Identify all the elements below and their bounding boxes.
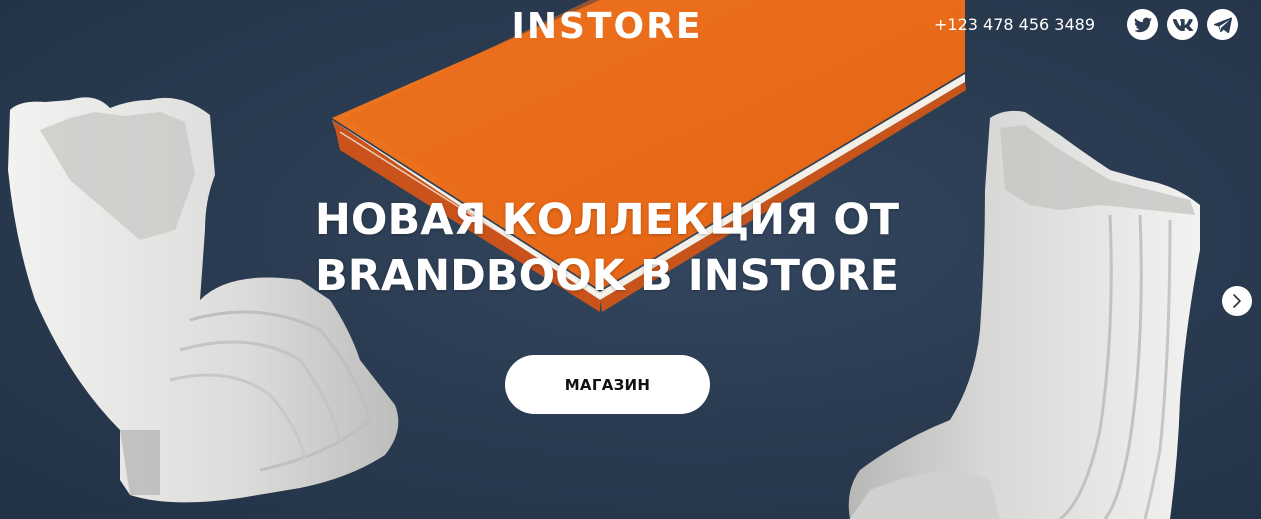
- chevron-right-icon: [1233, 294, 1241, 308]
- vk-link[interactable]: [1167, 9, 1198, 40]
- twitter-link[interactable]: [1127, 9, 1158, 40]
- twitter-icon: [1133, 17, 1152, 32]
- phone-link[interactable]: +123 478 456 3489: [934, 15, 1095, 35]
- headline-line-2: BRANDBOOK В INSTORE: [314, 251, 900, 301]
- social-links: [1127, 9, 1238, 40]
- hero-banner: INSTORE +123 478 456 3489 НОВАЯ КОЛЛЕКЦИ…: [0, 0, 1261, 519]
- headline-line-1: НОВАЯ КОЛЛЕКЦИЯ ОТ: [314, 195, 900, 245]
- hero-headline: НОВАЯ КОЛЛЕКЦИЯ ОТ BRANDBOOK В INSTORE: [0, 192, 1214, 304]
- right-vase-image: [848, 110, 1200, 519]
- slider-next-button[interactable]: [1222, 286, 1252, 316]
- telegram-link[interactable]: [1207, 9, 1238, 40]
- telegram-icon: [1213, 16, 1232, 33]
- vk-icon: [1172, 18, 1193, 31]
- shop-button[interactable]: МАГАЗИН: [505, 355, 710, 414]
